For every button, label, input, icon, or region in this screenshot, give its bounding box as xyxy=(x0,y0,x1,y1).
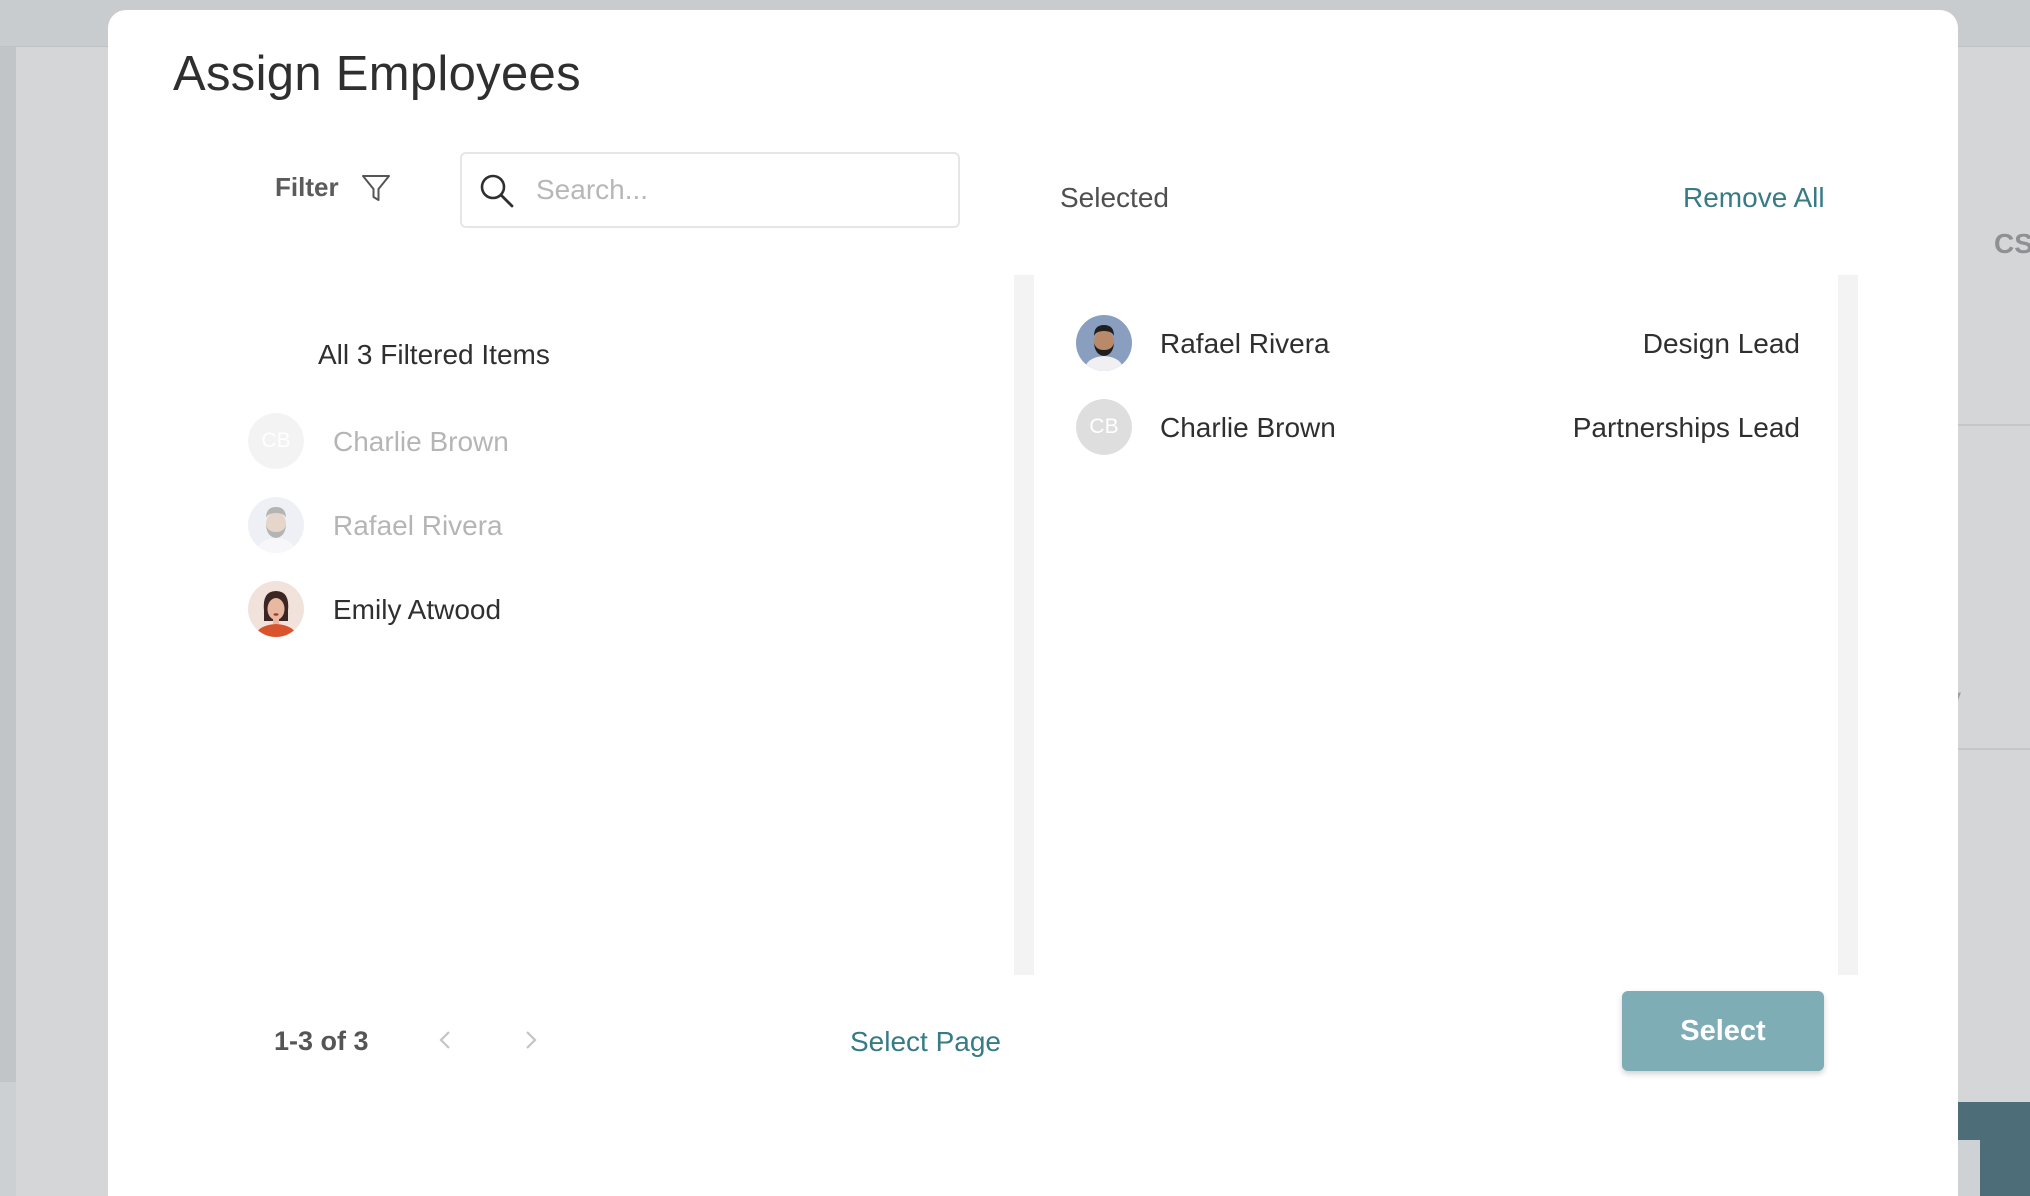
search-icon xyxy=(480,174,514,208)
avatar-man-beard-icon xyxy=(1076,315,1132,371)
background-divider-2 xyxy=(1958,748,2030,750)
selected-items-list: Rafael Rivera Design Lead CB Charlie Bro… xyxy=(1076,315,1816,915)
avatar: CB xyxy=(1076,399,1132,455)
selected-list-scrollbar[interactable] xyxy=(1838,275,1858,975)
assign-employees-modal: Assign Employees Filter Selected Remove … xyxy=(108,10,1958,1196)
item-name: Emily Atwood xyxy=(333,594,502,625)
remove-all-button[interactable]: Remove All xyxy=(1683,182,1825,214)
selected-row-rafael-rivera[interactable]: Rafael Rivera Design Lead xyxy=(1076,315,1800,375)
item-name: Charlie Brown xyxy=(333,426,509,457)
filtered-items-list: All 3 Filtered Items CB Charlie Brown Ra… xyxy=(248,285,1008,985)
chevron-right-icon xyxy=(526,1031,537,1049)
column-divider xyxy=(1014,275,1034,975)
search-box[interactable] xyxy=(460,152,960,228)
modal-title: Assign Employees xyxy=(173,47,581,101)
filtered-items-header: All 3 Filtered Items xyxy=(318,339,550,370)
search-input[interactable] xyxy=(536,166,946,214)
background-divider xyxy=(1958,424,2030,426)
filter-button-label[interactable]: Filter xyxy=(275,172,339,203)
chevron-left-icon xyxy=(439,1031,450,1049)
list-item-charlie-brown[interactable]: CB Charlie Brown xyxy=(248,413,948,497)
selected-item-role: Partnerships Lead xyxy=(1572,412,1800,443)
item-name: Rafael Rivera xyxy=(333,510,503,541)
avatar xyxy=(1076,315,1132,371)
avatar xyxy=(248,581,304,637)
next-page-button[interactable] xyxy=(516,1020,546,1060)
background-left-strip xyxy=(0,47,16,1082)
select-page-link[interactable]: Select Page xyxy=(850,1026,1001,1058)
select-button[interactable]: Select xyxy=(1622,991,1824,1071)
filter-icon[interactable] xyxy=(360,172,392,204)
avatar: CB xyxy=(248,413,304,469)
avatar-woman-icon xyxy=(248,581,304,637)
initials-avatar: CB xyxy=(1076,399,1132,455)
selected-item-name: Rafael Rivera xyxy=(1160,328,1330,359)
previous-page-button[interactable] xyxy=(430,1020,460,1060)
selected-row-charlie-brown[interactable]: CB Charlie Brown Partnerships Lead xyxy=(1076,399,1800,459)
list-item-rafael-rivera[interactable]: Rafael Rivera xyxy=(248,497,948,581)
avatar-man-beard-icon xyxy=(248,497,304,553)
initials-avatar: CB xyxy=(248,413,304,469)
selected-heading: Selected xyxy=(1060,182,1169,213)
selected-item-role: Design Lead xyxy=(1642,328,1800,359)
background-right-text: CS xyxy=(1994,228,2030,259)
avatar xyxy=(248,497,304,553)
list-item-emily-atwood[interactable]: Emily Atwood xyxy=(248,581,948,665)
background-left-strip-lower xyxy=(0,1082,16,1196)
pagination-label: 1-3 of 3 xyxy=(274,1026,369,1056)
selected-item-name: Charlie Brown xyxy=(1160,412,1336,443)
